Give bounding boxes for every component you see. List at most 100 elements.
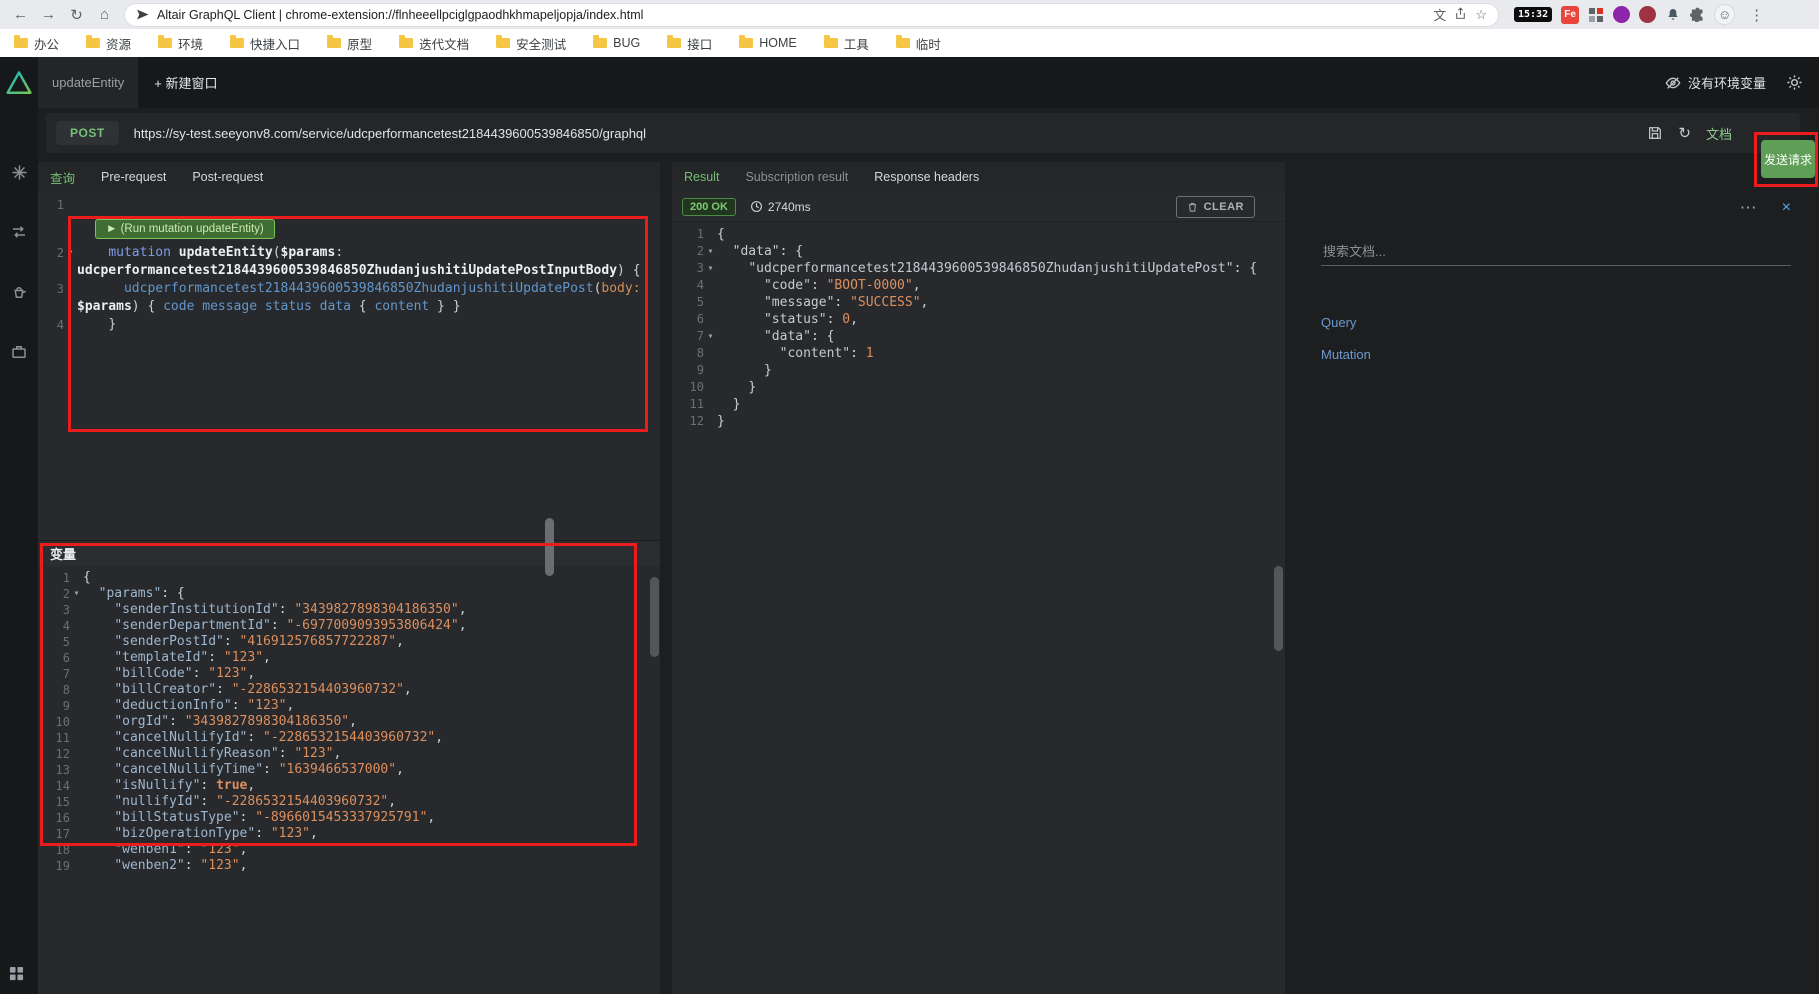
- profile-avatar[interactable]: ☺: [1714, 4, 1736, 25]
- result-viewer[interactable]: 1{2 ▾ "data": {3 ▾ "udcperformancetest2184…: [672, 222, 1285, 994]
- save-icon[interactable]: [1647, 125, 1663, 141]
- send-request-button[interactable]: 发送请求: [1761, 140, 1815, 178]
- line-number: 12: [689, 414, 704, 428]
- docs-toggle-button[interactable]: 文档: [1706, 124, 1732, 143]
- bookmark-star-icon[interactable]: ☆: [1475, 7, 1487, 23]
- altair-logo-icon: [0, 70, 38, 96]
- clear-button[interactable]: CLEAR: [1175, 195, 1255, 218]
- bookmark-item[interactable]: 接口: [667, 34, 712, 53]
- fold-arrow-icon[interactable]: ▾: [704, 328, 717, 345]
- fold-arrow-icon[interactable]: ▾: [704, 260, 717, 277]
- panel-tab[interactable]: 查询: [50, 168, 75, 187]
- bookmark-item[interactable]: 迭代文档: [399, 34, 469, 53]
- forward-button[interactable]: →: [36, 6, 61, 23]
- panel-tab[interactable]: Subscription result: [745, 170, 848, 184]
- clock-extension-badge[interactable]: 15:32: [1514, 7, 1553, 22]
- query-editor-scrollbar[interactable]: [545, 518, 554, 576]
- docs-search-input[interactable]: [1321, 238, 1791, 266]
- bookmark-item[interactable]: 临时: [895, 34, 941, 53]
- fold-gutter: [70, 746, 83, 762]
- fold-arrow-icon[interactable]: ▾: [70, 586, 83, 602]
- fold-gutter: [70, 794, 83, 810]
- translate-icon[interactable]: 文: [1433, 5, 1446, 24]
- query-editor[interactable]: 1 ► (Run mutation updateEntity) 2 ▾ mutatio…: [38, 192, 660, 540]
- fe-extension-icon[interactable]: Fe: [1561, 5, 1580, 24]
- bookmark-item[interactable]: 环境: [158, 34, 203, 53]
- bookmark-label: 迭代文档: [419, 37, 470, 52]
- code-line: 3 ▾ "udcperformancetest218443960053984685…: [672, 260, 1285, 277]
- fold-arrow-icon[interactable]: ▾: [64, 244, 77, 262]
- window-tab-updateentity[interactable]: updateEntity: [38, 57, 139, 108]
- bookmark-item[interactable]: 办公: [14, 34, 59, 53]
- panel-tab[interactable]: Result: [684, 170, 719, 184]
- share-icon[interactable]: [1454, 6, 1467, 23]
- clear-label: CLEAR: [1203, 200, 1244, 213]
- code-line: 3 "senderInstitutionId": "34398278983041…: [38, 602, 660, 618]
- back-button[interactable]: ←: [8, 6, 33, 23]
- folder-icon: [739, 35, 754, 48]
- code-line: 2 ▾ "data": {: [672, 243, 1285, 260]
- docs-type-link[interactable]: Mutation: [1321, 347, 1371, 362]
- bookmark-label: 临时: [915, 37, 941, 52]
- grid-extension-icon[interactable]: [1588, 7, 1604, 23]
- address-text: Altair GraphQL Client | chrome-extension…: [157, 7, 644, 22]
- fold-gutter: [70, 826, 83, 842]
- run-mutation-button[interactable]: ► (Run mutation updateEntity): [95, 219, 275, 239]
- fold-gutter: [70, 602, 83, 618]
- panel-tab[interactable]: Post-request: [192, 170, 263, 184]
- code-line: 16 "billStatusType": "-89660154533379257…: [38, 810, 660, 826]
- line-number: 3: [696, 261, 704, 275]
- bookmark-item[interactable]: 资源: [86, 34, 131, 53]
- new-window-button[interactable]: + 新建窗口: [154, 73, 217, 92]
- swap-arrows-icon[interactable]: [10, 223, 28, 241]
- fold-arrow-icon[interactable]: ▾: [704, 243, 717, 260]
- bookmark-item[interactable]: 安全测试: [496, 34, 566, 53]
- variables-header[interactable]: 变量: [38, 540, 660, 566]
- line-number: 17: [55, 827, 70, 841]
- line-number: 9: [62, 699, 70, 713]
- bookmark-item[interactable]: 工具: [823, 34, 869, 53]
- more-options-icon[interactable]: ⋯: [1740, 198, 1758, 218]
- reload-button[interactable]: ↻: [64, 6, 89, 24]
- browser-menu-button[interactable]: ⋮: [1744, 6, 1769, 24]
- line-number: 5: [696, 295, 704, 309]
- method-button[interactable]: POST: [56, 121, 119, 145]
- briefcase-icon[interactable]: [10, 343, 28, 361]
- code-text: "data": {: [732, 244, 804, 259]
- line-number: 3: [62, 603, 70, 617]
- panel-tab[interactable]: Pre-request: [101, 170, 166, 184]
- url-input[interactable]: https://sy-test.seeyonv8.com/service/udc…: [134, 126, 1633, 141]
- bookmark-label: HOME: [759, 36, 797, 50]
- code-text: "orgId": "3439827898304186350",: [114, 714, 357, 729]
- fold-gutter: [704, 345, 717, 362]
- folder-icon: [593, 35, 608, 48]
- teapot-icon[interactable]: [10, 283, 28, 301]
- bookmark-item[interactable]: 原型: [327, 34, 372, 53]
- query-panel-scrollbar[interactable]: [650, 577, 659, 657]
- docs-type-link[interactable]: Query: [1321, 315, 1371, 330]
- bookmark-item[interactable]: HOME: [739, 35, 797, 50]
- panel-tab[interactable]: Response headers: [874, 170, 979, 184]
- bookmark-item[interactable]: BUG: [593, 35, 640, 50]
- purple-extension-icon[interactable]: [1613, 6, 1631, 23]
- close-docs-icon[interactable]: ×: [1782, 199, 1791, 217]
- bell-extension-icon[interactable]: [1665, 7, 1681, 23]
- extensions-puzzle-icon[interactable]: [1690, 7, 1705, 22]
- home-button[interactable]: ⌂: [92, 6, 117, 23]
- code-line: 1{: [38, 570, 660, 586]
- address-bar[interactable]: Altair GraphQL Client | chrome-extension…: [124, 2, 1499, 27]
- grid-dots-icon[interactable]: [9, 966, 24, 986]
- code-line: 4 }: [38, 316, 660, 334]
- sparkle-icon[interactable]: [11, 164, 28, 181]
- variables-editor[interactable]: 1{2 ▾ "params": {3 "senderInstitutionId":…: [38, 566, 660, 994]
- refresh-icon[interactable]: ↻: [1678, 124, 1691, 142]
- fold-gutter: [70, 618, 83, 634]
- environment-indicator[interactable]: 没有环境变量: [1665, 73, 1766, 92]
- code-text: "cancelNullifyReason": "123",: [114, 746, 342, 761]
- line-number: 10: [689, 380, 704, 394]
- settings-gear-icon[interactable]: [1786, 74, 1803, 91]
- result-panel-scrollbar[interactable]: [1274, 566, 1283, 651]
- bookmark-item[interactable]: 快捷入口: [230, 34, 300, 53]
- code-text: }: [108, 317, 117, 332]
- maroon-extension-icon[interactable]: [1639, 6, 1657, 23]
